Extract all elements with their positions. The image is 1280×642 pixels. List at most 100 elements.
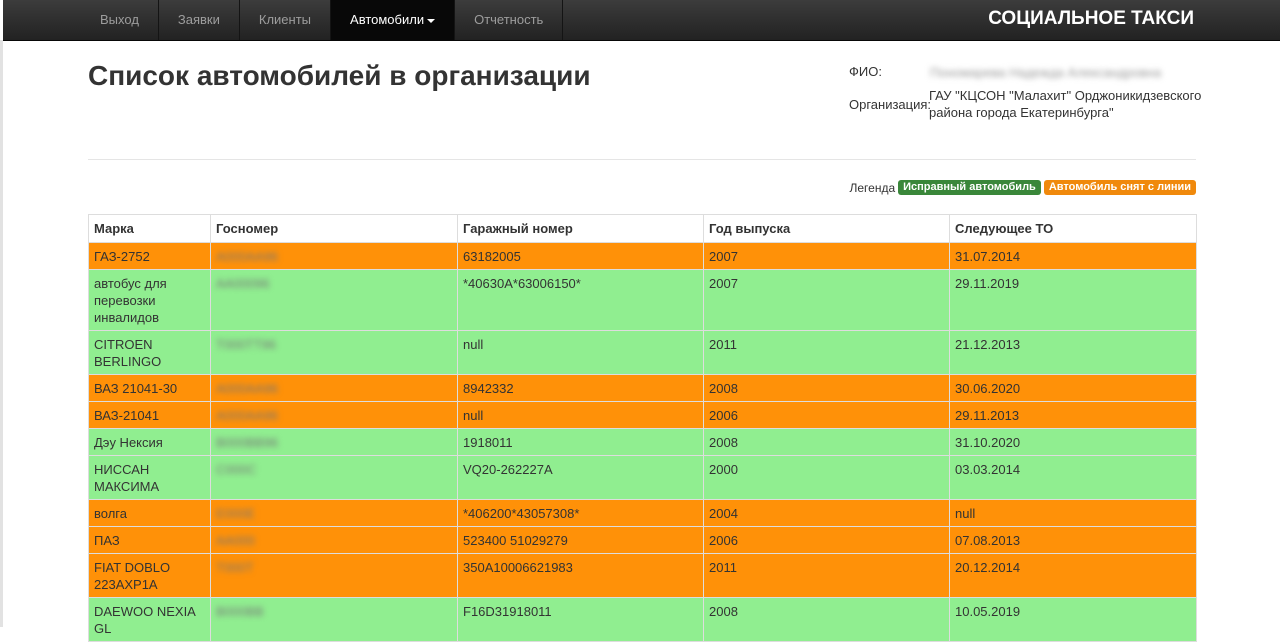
plate-value: С000С xyxy=(216,462,257,477)
table-row[interactable]: ПАЗ АА000 523400 51029279 2006 07.08.2013 xyxy=(88,526,1197,554)
table-row[interactable]: CITROEN BERLINGO Т000ТТ96 null 2011 21.12.20… xyxy=(88,330,1197,375)
cell-next-service: 31.10.2020 xyxy=(949,428,1197,456)
table-row[interactable]: Дэу Нексия В000ВВ96 1918011 2008 31.10.2020 xyxy=(88,428,1197,456)
cell-garage: 350A10006621983 xyxy=(457,553,704,598)
cell-next-service: 31.07.2014 xyxy=(949,242,1197,270)
cell-next-service: 07.08.2013 xyxy=(949,526,1197,554)
col-header-plate[interactable]: Госномер xyxy=(210,214,458,243)
plate-value: Т000Т xyxy=(216,560,254,575)
divider xyxy=(88,159,1196,160)
fio-value: Пономарева Надежда Александровна xyxy=(930,65,1162,80)
cell-brand: ПАЗ xyxy=(88,526,211,554)
table-row[interactable]: волга Е000Е *406200*43057308* 2004 null xyxy=(88,499,1197,527)
top-navbar: Выход Заявки Клиенты Автомобили Отчетнос… xyxy=(3,0,1280,41)
nav-reports[interactable]: Отчетность xyxy=(455,0,564,40)
org-line-1: ГАУ "КЦСОН "Малахит" Орджоникидзевского xyxy=(929,88,1202,103)
nav-cars-label: Автомобили xyxy=(350,12,425,27)
cell-garage: *406200*43057308* xyxy=(457,499,704,527)
cell-plate: Е000Е xyxy=(210,499,458,527)
plate-value: А000АА96 xyxy=(216,381,279,396)
table-row[interactable]: автобус для перевозки инвалидов АА00096 *4… xyxy=(88,269,1197,331)
cell-garage: VQ20-262227A xyxy=(457,455,704,500)
cell-brand: DAEWOO NEXIA GL xyxy=(88,597,211,642)
cell-brand: FIAT DOBLO 223AXP1A xyxy=(88,553,211,598)
plate-value: В000ВВ96 xyxy=(216,435,279,450)
cars-table: Марка Госномер Гаражный номер Год выпуск… xyxy=(88,214,1197,642)
legend-label: Легенда xyxy=(849,180,896,195)
cell-year: 2007 xyxy=(703,242,950,270)
legend-ok-badge: Исправный автомобиль xyxy=(898,180,1041,195)
cell-brand: Дэу Нексия xyxy=(88,428,211,456)
table-row[interactable]: ВАЗ-21041 А000АА96 null 2006 29.11.2013 xyxy=(88,401,1197,429)
nav-requests[interactable]: Заявки xyxy=(159,0,240,40)
org-label: Организация: xyxy=(849,97,932,112)
table-row[interactable]: DAEWOO NEXIA GL В000ВВ F16D31918011 2008 10.… xyxy=(88,597,1197,642)
nav-logout[interactable]: Выход xyxy=(81,0,159,40)
cell-plate: А000АА96 xyxy=(210,242,458,270)
brand-title[interactable]: СОЦИАЛЬНОЕ ТАКСИ xyxy=(988,0,1194,38)
cell-brand: ГАЗ-2752 xyxy=(88,242,211,270)
cell-garage: F16D31918011 xyxy=(457,597,704,642)
legend-off-badge: Автомобиль снят с линии xyxy=(1043,180,1196,195)
cars-table-wrap: Марка Госномер Гаражный номер Год выпуск… xyxy=(88,214,1197,642)
cell-garage: 63182005 xyxy=(457,242,704,270)
table-row[interactable]: ГАЗ-2752 А000АА96 63182005 2007 31.07.2014 xyxy=(88,242,1197,270)
cell-next-service: 10.05.2019 xyxy=(949,597,1197,642)
col-header-brand[interactable]: Марка xyxy=(88,214,211,243)
left-border xyxy=(0,40,3,627)
cell-next-service: 29.11.2019 xyxy=(949,269,1197,331)
table-row[interactable]: НИССАН МАКСИМА С000С VQ20-262227A 2000 03.03… xyxy=(88,455,1197,500)
cell-next-service: 03.03.2014 xyxy=(949,455,1197,500)
col-header-year[interactable]: Год выпуска xyxy=(703,214,950,243)
cell-brand: CITROEN BERLINGO xyxy=(88,330,211,375)
cell-brand: автобус для перевозки инвалидов xyxy=(88,269,211,331)
cell-brand: ВАЗ 21041-30 xyxy=(88,374,211,402)
org-value: ГАУ "КЦСОН "Малахит" Орджоникидзевского … xyxy=(929,87,1201,121)
cell-garage: 1918011 xyxy=(457,428,704,456)
nav-clients[interactable]: Клиенты xyxy=(240,0,332,40)
plate-value: Т000ТТ96 xyxy=(216,337,276,352)
table-row[interactable]: FIAT DOBLO 223AXP1A Т000Т 350A10006621983 2… xyxy=(88,553,1197,598)
cell-year: 2007 xyxy=(703,269,950,331)
cell-next-service: 21.12.2013 xyxy=(949,330,1197,375)
nav-cars-dropdown[interactable]: Автомобили xyxy=(331,0,456,40)
cell-plate: АА000 xyxy=(210,526,458,554)
cell-plate: С000С xyxy=(210,455,458,500)
cell-year: 2008 xyxy=(703,428,950,456)
plate-value: АА00096 xyxy=(216,276,270,291)
cell-year: 2000 xyxy=(703,455,950,500)
cell-next-service: null xyxy=(949,499,1197,527)
cell-plate: А000АА96 xyxy=(210,374,458,402)
cell-year: 2006 xyxy=(703,526,950,554)
cell-plate: Т000Т xyxy=(210,553,458,598)
cell-brand: НИССАН МАКСИМА xyxy=(88,455,211,500)
cell-garage: null xyxy=(457,401,704,429)
col-header-garage[interactable]: Гаражный номер xyxy=(457,214,704,243)
cell-garage: 8942332 xyxy=(457,374,704,402)
fio-label: ФИО: xyxy=(849,64,882,79)
table-body: ГАЗ-2752 А000АА96 63182005 2007 31.07.2014 ав… xyxy=(88,242,1197,642)
col-header-next-service[interactable]: Следующее ТО xyxy=(949,214,1197,243)
cell-plate: АА00096 xyxy=(210,269,458,331)
plate-value: А000АА96 xyxy=(216,408,279,423)
main-nav: Выход Заявки Клиенты Автомобили Отчетнос… xyxy=(81,0,564,40)
cell-plate: Т000ТТ96 xyxy=(210,330,458,375)
caret-down-icon xyxy=(427,18,436,23)
plate-value: А000АА96 xyxy=(216,249,279,264)
plate-value: АА000 xyxy=(216,533,256,548)
cell-next-service: 20.12.2014 xyxy=(949,553,1197,598)
table-header-row: Марка Госномер Гаражный номер Год выпуск… xyxy=(88,214,1197,243)
table-row[interactable]: ВАЗ 21041-30 А000АА96 8942332 2008 30.06.202… xyxy=(88,374,1197,402)
cell-year: 2008 xyxy=(703,597,950,642)
cell-next-service: 29.11.2013 xyxy=(949,401,1197,429)
cell-garage: null xyxy=(457,330,704,375)
cell-brand: ВАЗ-21041 xyxy=(88,401,211,429)
cell-next-service: 30.06.2020 xyxy=(949,374,1197,402)
page-title: Список автомобилей в организации xyxy=(88,60,591,91)
cell-year: 2011 xyxy=(703,553,950,598)
org-line-2: района города Екатеринбурга" xyxy=(929,105,1114,120)
cell-plate: В000ВВ96 xyxy=(210,428,458,456)
plate-value: Е000Е xyxy=(216,506,256,521)
legend: Легенда Исправный автомобиль Автомобиль … xyxy=(849,180,1196,195)
cell-brand: волга xyxy=(88,499,211,527)
